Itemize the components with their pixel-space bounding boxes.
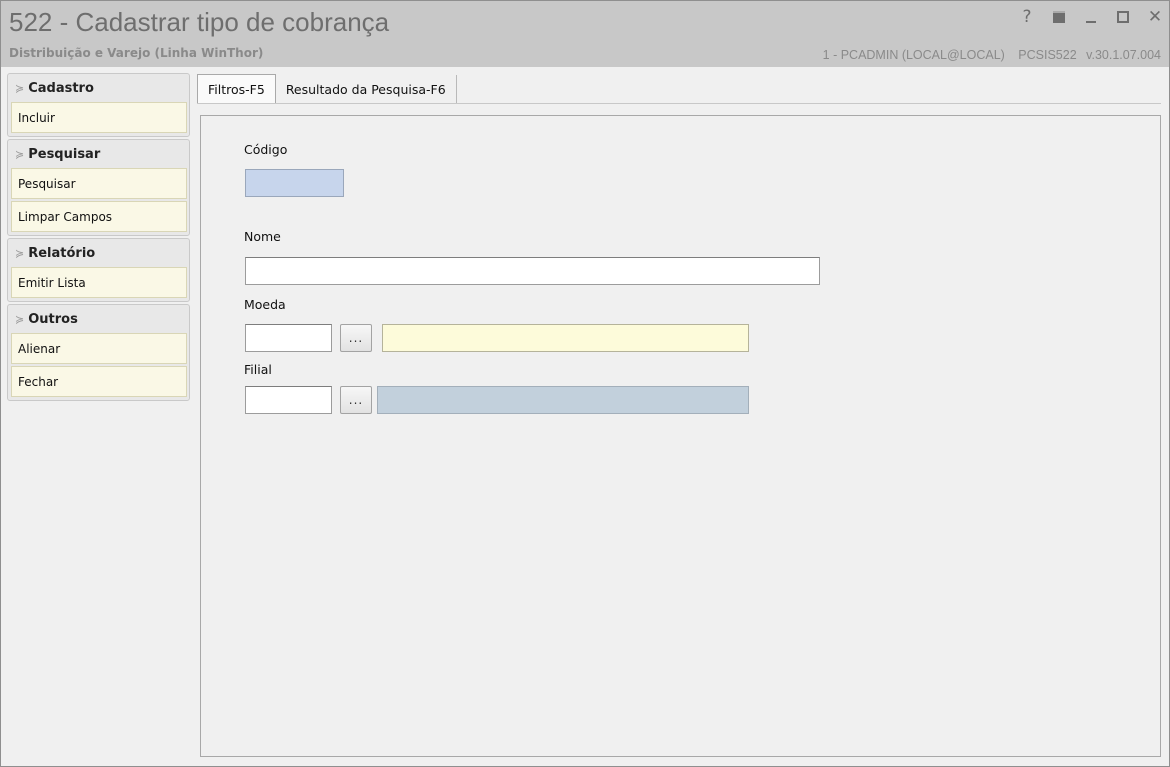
- group-outros: ≽ Outros Alienar Fechar: [7, 304, 190, 401]
- group-cadastro: ≽ Cadastro Incluir: [7, 73, 190, 137]
- codigo-label: Código: [244, 142, 288, 157]
- filial-description-field: [377, 386, 749, 414]
- group-pesquisar: ≽ Pesquisar Pesquisar Limpar Campos: [7, 139, 190, 236]
- program-label: PCSIS522: [1018, 48, 1077, 62]
- version-label: v.30.1.07.004: [1086, 48, 1161, 62]
- tab-filtros[interactable]: Filtros-F5: [197, 74, 276, 104]
- chevron-down-icon: ≽: [15, 148, 25, 161]
- group-title: Pesquisar: [28, 147, 101, 162]
- user-label: 1 - PCADMIN (LOCAL@LOCAL): [822, 48, 1005, 62]
- chevron-down-icon: ≽: [15, 82, 25, 95]
- window-controls: ? ✕: [1019, 7, 1163, 27]
- user-info: 1 - PCADMIN (LOCAL@LOCAL) PCSIS522 v.30.…: [813, 48, 1161, 62]
- group-header-relatorio[interactable]: ≽ Relatório: [9, 240, 188, 267]
- emitir-lista-button[interactable]: Emitir Lista: [11, 267, 187, 298]
- limpar-campos-button[interactable]: Limpar Campos: [11, 201, 187, 232]
- alienar-button[interactable]: Alienar: [11, 333, 187, 364]
- pesquisar-button[interactable]: Pesquisar: [11, 168, 187, 199]
- nome-field[interactable]: [245, 257, 820, 285]
- moeda-code-field[interactable]: [245, 324, 332, 352]
- window-subtitle: Distribuição e Varejo (Linha WinThor): [9, 46, 264, 60]
- nome-label: Nome: [244, 229, 281, 244]
- group-header-cadastro[interactable]: ≽ Cadastro: [9, 75, 188, 102]
- chevron-down-icon: ≽: [15, 313, 25, 326]
- incluir-button[interactable]: Incluir: [11, 102, 187, 133]
- sidebar: ≽ Cadastro Incluir ≽ Pesquisar Pesquisar…: [7, 73, 190, 403]
- moeda-label: Moeda: [244, 297, 286, 312]
- restore-icon[interactable]: [1051, 7, 1067, 27]
- moeda-description-field[interactable]: [382, 324, 749, 352]
- group-header-outros[interactable]: ≽ Outros: [9, 306, 188, 333]
- group-title: Relatório: [28, 246, 96, 261]
- app-window: 522 - Cadastrar tipo de cobrança Distrib…: [0, 0, 1170, 767]
- help-icon[interactable]: ?: [1019, 7, 1035, 27]
- title-bar: 522 - Cadastrar tipo de cobrança Distrib…: [1, 1, 1169, 67]
- group-relatorio: ≽ Relatório Emitir Lista: [7, 238, 190, 302]
- tab-bar: Filtros-F5 Resultado da Pesquisa-F6: [197, 74, 457, 104]
- filial-label: Filial: [244, 362, 272, 377]
- codigo-field[interactable]: [245, 169, 344, 197]
- close-icon[interactable]: ✕: [1147, 7, 1163, 27]
- minimize-icon[interactable]: [1083, 7, 1099, 27]
- group-title: Cadastro: [28, 81, 94, 96]
- tab-divider: [197, 103, 1161, 104]
- moeda-lookup-button[interactable]: ...: [340, 324, 372, 352]
- tab-resultado-pesquisa[interactable]: Resultado da Pesquisa-F6: [276, 75, 457, 104]
- maximize-icon[interactable]: [1115, 7, 1131, 27]
- filial-code-field[interactable]: [245, 386, 332, 414]
- group-header-pesquisar[interactable]: ≽ Pesquisar: [9, 141, 188, 168]
- window-title: 522 - Cadastrar tipo de cobrança: [9, 7, 390, 37]
- chevron-down-icon: ≽: [15, 247, 25, 260]
- group-title: Outros: [28, 312, 78, 327]
- fechar-button[interactable]: Fechar: [11, 366, 187, 397]
- filters-panel: Código Nome Moeda ... Filial ...: [200, 115, 1161, 757]
- filial-lookup-button[interactable]: ...: [340, 386, 372, 414]
